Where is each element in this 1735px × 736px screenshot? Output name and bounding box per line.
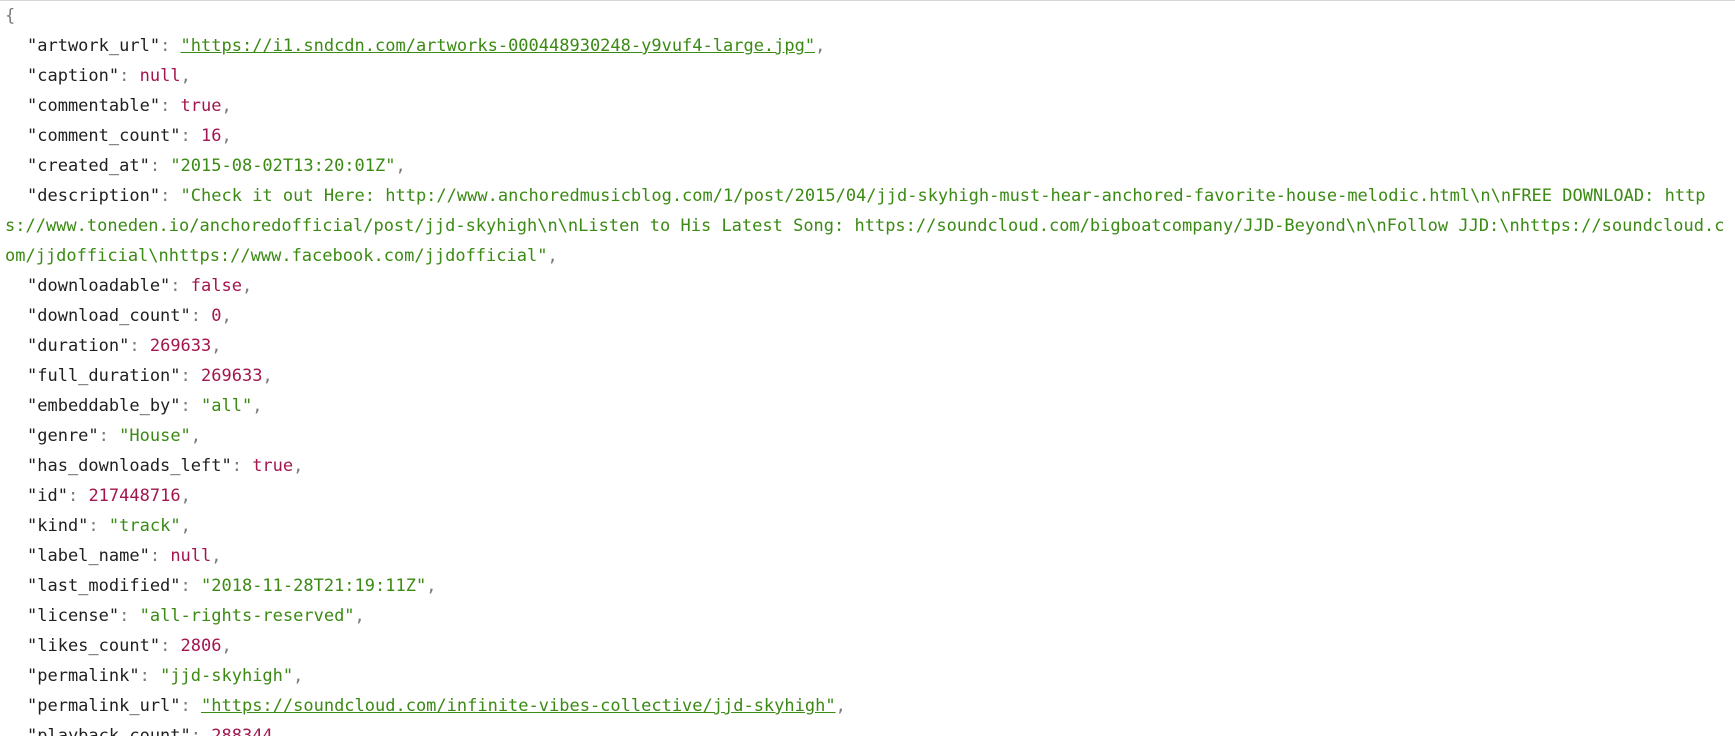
json-line: "likes_count": 2806, bbox=[27, 636, 232, 656]
json-key: "genre" bbox=[27, 426, 99, 446]
json-key: "comment_count" bbox=[27, 126, 181, 146]
json-key: "permalink_url" bbox=[27, 696, 181, 716]
json-value: "track" bbox=[108, 516, 181, 536]
json-key: "likes_count" bbox=[27, 636, 161, 656]
json-line: "caption": null, bbox=[27, 66, 191, 86]
json-line: "id": 217448716, bbox=[27, 486, 191, 506]
json-line: "duration": 269633, bbox=[27, 336, 222, 356]
json-viewer: { "artwork_url": "https://i1.sndcdn.com/… bbox=[0, 0, 1735, 736]
json-key: "playback_count" bbox=[27, 726, 191, 736]
json-value: "jjd-skyhigh" bbox=[160, 666, 294, 686]
json-key: "duration" bbox=[27, 336, 130, 356]
json-line: "full_duration": 269633, bbox=[27, 366, 273, 386]
json-line: "downloadable": false, bbox=[27, 276, 253, 296]
json-key: "has_downloads_left" bbox=[27, 456, 232, 476]
json-line: "commentable": true, bbox=[27, 96, 232, 116]
json-line: "download_count": 0, bbox=[27, 306, 232, 326]
json-line: "embeddable_by": "all", bbox=[27, 396, 263, 416]
json-line: "kind": "track", bbox=[27, 516, 191, 536]
json-key: "commentable" bbox=[27, 96, 161, 116]
json-line: "artwork_url": "https://i1.sndcdn.com/ar… bbox=[27, 36, 826, 56]
json-key: "kind" bbox=[27, 516, 89, 536]
json-value: "2018-11-28T21:19:11Z" bbox=[201, 576, 427, 596]
json-key: "id" bbox=[27, 486, 68, 506]
json-value: false bbox=[190, 276, 242, 296]
json-value: 2806 bbox=[180, 636, 222, 656]
json-key: "license" bbox=[27, 606, 120, 626]
json-key: "last_modified" bbox=[27, 576, 181, 596]
json-value: 269633 bbox=[149, 336, 212, 356]
json-value: "2015-08-02T13:20:01Z" bbox=[170, 156, 396, 176]
json-key: "download_count" bbox=[27, 306, 191, 326]
json-key: "permalink" bbox=[27, 666, 140, 686]
json-line: "license": "all-rights-reserved", bbox=[27, 606, 365, 626]
json-key: "label_name" bbox=[27, 546, 150, 566]
json-link-value[interactable]: "https://soundcloud.com/infinite-vibes-c… bbox=[201, 696, 836, 716]
json-key: "full_duration" bbox=[27, 366, 181, 386]
json-line: "created_at": "2015-08-02T13:20:01Z", bbox=[27, 156, 406, 176]
json-lines: "artwork_url": "https://i1.sndcdn.com/ar… bbox=[5, 31, 1729, 736]
json-value: true bbox=[252, 456, 294, 476]
json-value: "House" bbox=[119, 426, 191, 446]
json-line: "playback_count": 288344, bbox=[5, 721, 1729, 736]
json-link-value[interactable]: "https://i1.sndcdn.com/artworks-00044893… bbox=[181, 36, 816, 56]
json-line: "has_downloads_left": true, bbox=[27, 456, 304, 476]
open-brace: { bbox=[5, 6, 16, 26]
json-key: "downloadable" bbox=[27, 276, 171, 296]
json-key: "embeddable_by" bbox=[27, 396, 181, 416]
json-value: 16 bbox=[201, 126, 222, 146]
json-line: "permalink_url": "https://soundcloud.com… bbox=[27, 696, 846, 716]
json-value: "all-rights-reserved" bbox=[139, 606, 355, 626]
json-line: "label_name": null, bbox=[27, 546, 222, 566]
json-key: "created_at" bbox=[27, 156, 150, 176]
json-value: 269633 bbox=[201, 366, 263, 386]
json-key: "artwork_url" bbox=[27, 36, 161, 56]
json-value: 288344 bbox=[211, 726, 273, 736]
json-line: "permalink": "jjd-skyhigh", bbox=[27, 666, 304, 686]
json-key: "caption" bbox=[27, 66, 120, 86]
json-line: "comment_count": 16, bbox=[27, 126, 232, 146]
json-value: null bbox=[170, 546, 212, 566]
json-value: "all" bbox=[201, 396, 253, 416]
json-line: "last_modified": "2018-11-28T21:19:11Z", bbox=[27, 576, 437, 596]
json-key: "description" bbox=[27, 186, 161, 206]
json-value: 217448716 bbox=[88, 486, 181, 506]
json-line: "genre": "House", bbox=[27, 426, 202, 446]
json-value: true bbox=[180, 96, 222, 116]
json-value: "Check it out Here: http://www.anchoredm… bbox=[5, 186, 1725, 266]
json-value: 0 bbox=[211, 306, 222, 326]
json-value: null bbox=[139, 66, 181, 86]
json-line: "description": "Check it out Here: http:… bbox=[5, 186, 1725, 266]
